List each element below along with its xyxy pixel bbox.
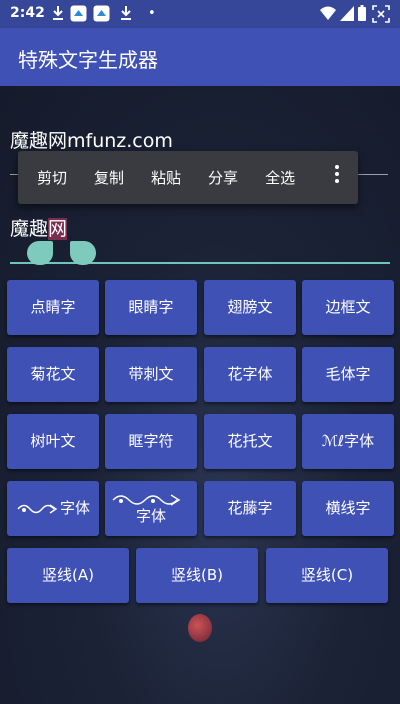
text-input-value: 魔趣网mfunz.com	[10, 130, 173, 152]
app-notification-icon	[70, 5, 87, 22]
style-button-daici[interactable]: 带刺文	[105, 347, 197, 402]
style-button-kuangzifu[interactable]: 眶字符	[105, 414, 197, 469]
style-button-ornament-b[interactable]: 字体	[105, 481, 197, 536]
ornament-a-label: 字体	[59, 499, 90, 517]
text-context-menu: 剪切 复制 粘贴 分享 全选	[18, 151, 358, 204]
style-button-script-font[interactable]: ℳℓ字体	[302, 414, 394, 469]
download-icon	[121, 6, 131, 20]
menu-item-paste[interactable]: 粘贴	[151, 167, 181, 188]
menu-item-cut[interactable]: 剪切	[37, 167, 67, 188]
menu-item-share[interactable]: 分享	[208, 167, 238, 188]
app-title: 特殊文字生成器	[18, 48, 158, 72]
style-button-maoti[interactable]: 毛体字	[302, 347, 394, 402]
style-button-hengxian[interactable]: 横线字	[302, 481, 394, 536]
output-field[interactable]: 魔趣网	[10, 210, 390, 264]
battery-icon	[358, 5, 366, 21]
style-button-huatuo[interactable]: 花托文	[204, 414, 296, 469]
selection-handle-end[interactable]	[70, 241, 96, 265]
selected-text: 网	[48, 218, 68, 240]
ornament-icon	[112, 494, 181, 506]
style-button-yanjing[interactable]: 眼睛字	[105, 280, 197, 335]
menu-item-copy[interactable]: 复制	[94, 167, 124, 188]
ornament-icon	[17, 503, 58, 514]
style-button-juhua[interactable]: 菊花文	[7, 347, 99, 402]
signal-icon	[340, 6, 354, 21]
app-bar: 特殊文字生成器	[0, 28, 400, 86]
style-button-ornament-a[interactable]: 字体	[7, 481, 99, 536]
app-notification-icon	[93, 5, 110, 22]
ornament-b-content: 字体	[111, 492, 191, 525]
wifi-icon	[320, 6, 336, 20]
style-button-shuye[interactable]: 树叶文	[7, 414, 99, 469]
style-button-shuxian-b[interactable]: 竖线(B)	[136, 548, 258, 603]
output-prefix: 魔趣	[10, 218, 49, 240]
style-button-shuxian-c[interactable]: 竖线(C)	[266, 548, 388, 603]
ornament-b-label: 字体	[135, 507, 166, 525]
style-button-chibang[interactable]: 翅膀文	[204, 280, 296, 335]
style-button-dianjing[interactable]: 点睛字	[7, 280, 99, 335]
style-button-huateng[interactable]: 花藤字	[204, 481, 296, 536]
download-icon	[53, 6, 63, 20]
screenshot-icon	[372, 5, 390, 23]
background-figure	[188, 614, 212, 642]
style-button-huazi[interactable]: 花字体	[204, 347, 296, 402]
output-text: 魔趣网	[10, 214, 68, 241]
selection-handle-start[interactable]	[27, 241, 53, 265]
menu-item-select-all[interactable]: 全选	[265, 167, 295, 188]
style-button-shuxian-a[interactable]: 竖线(A)	[7, 548, 129, 603]
notification-dot: •	[148, 6, 156, 21]
status-time: 2:42	[10, 5, 45, 21]
style-button-biankuang[interactable]: 边框文	[302, 280, 394, 335]
more-vertical-icon[interactable]	[334, 165, 340, 186]
status-bar: 2:42 •	[0, 0, 400, 28]
